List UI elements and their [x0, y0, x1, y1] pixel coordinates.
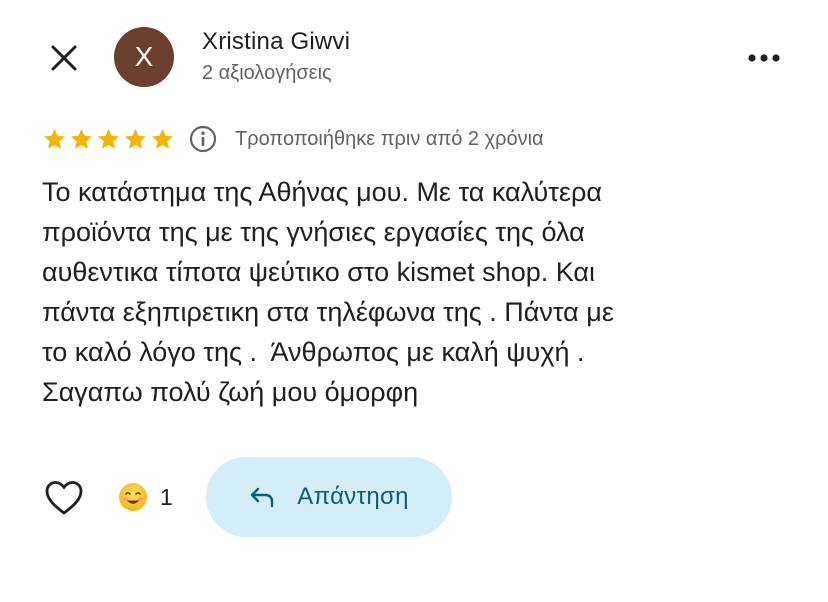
review-text: Το κατάστημα της Αθήνας μου. Με τα καλύτ…	[42, 177, 614, 407]
close-button[interactable]	[44, 38, 84, 78]
review-actions: 1 Απάντηση	[0, 456, 828, 538]
reaction-summary[interactable]: 1	[118, 482, 173, 512]
reviewer-review-count: 2 αξιολογήσεις	[202, 62, 332, 84]
heart-outline-icon	[45, 481, 83, 515]
reaction-count: 1	[160, 483, 173, 510]
rating-row: Τροποποιήθηκε πριν από 2 χρόνια	[42, 122, 544, 156]
review-date: Τροποποιήθηκε πριν από 2 χρόνια	[235, 127, 544, 150]
more-vert-icon	[748, 54, 780, 62]
star-rating	[42, 127, 175, 152]
star-icon	[125, 128, 146, 149]
info-button[interactable]	[189, 125, 217, 153]
star-icon	[152, 128, 173, 149]
close-icon	[51, 45, 77, 71]
more-options-button[interactable]	[744, 40, 784, 76]
star-icon	[44, 128, 65, 149]
avatar[interactable]: X	[114, 27, 174, 87]
reply-button-label: Απάντηση	[297, 483, 409, 510]
info-icon	[189, 125, 217, 153]
smiling-face-emoji-icon	[119, 483, 147, 511]
reviewer-name[interactable]: Xristina Giwvi	[202, 28, 350, 56]
like-button[interactable]	[40, 476, 88, 520]
star-icon	[71, 128, 92, 149]
reply-arrow-icon	[251, 487, 274, 508]
reply-button[interactable]: Απάντηση	[206, 457, 452, 537]
review-card: X Xristina Giwvi 2 αξιολογήσεις Τροποποι…	[0, 0, 828, 602]
star-icon	[98, 128, 119, 149]
avatar-initial: X	[134, 41, 154, 72]
